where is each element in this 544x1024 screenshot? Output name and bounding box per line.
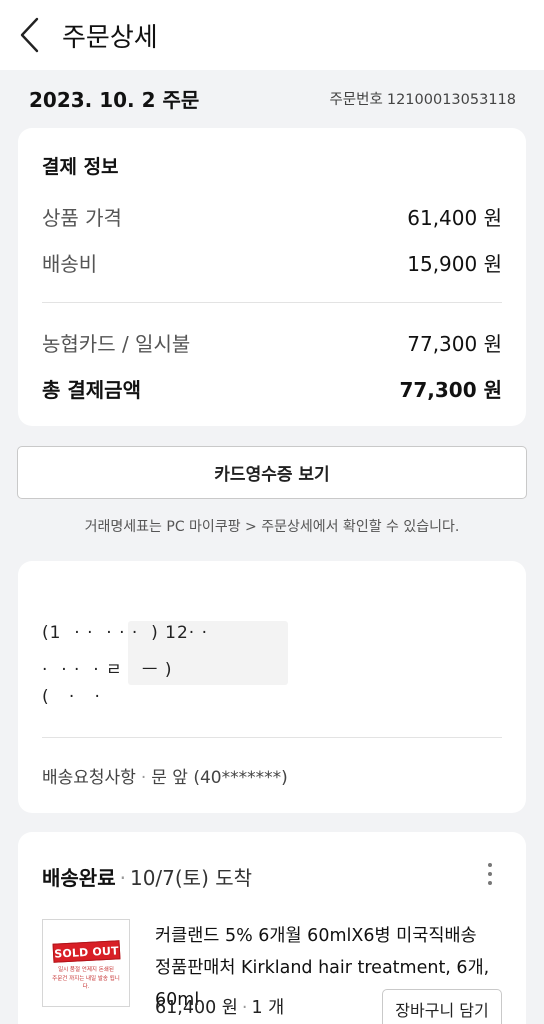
product-price-qty: 61,400 원 · 1 개 [155, 998, 285, 1018]
card-payment-label: 농협카드 / 일시불 [42, 332, 191, 356]
back-button[interactable] [0, 0, 60, 70]
shipping-fee-value: 15,900 원 [407, 252, 502, 276]
shipment-status: 배송완료 · 10/7(토) 도착 [42, 866, 253, 890]
address-line-3: ( ‌ ‌ · ‌ ‌ · [42, 687, 101, 707]
item-quantity: 1 개 [251, 998, 285, 1018]
payment-info-card: 결제 정보 상품 가격 61,400 원 배송비 15,900 원 농협카드 /… [18, 128, 526, 426]
payment-info-title: 결제 정보 [42, 156, 119, 178]
order-date: 2023. 10. 2 주문 [29, 87, 200, 112]
delivery-status: 배송완료 [42, 866, 116, 890]
card-payment-value: 77,300 원 [407, 332, 502, 356]
delivery-request: 배송요청사항 · 문 앞 (40*******) [42, 768, 288, 788]
shipping-fee-label: 배송비 [42, 252, 98, 276]
top-bar: 주문상세 [0, 0, 544, 70]
delivery-request-label: 배송요청사항 [42, 768, 136, 788]
product-thumbnail[interactable]: SOLD OUT 일시 품절 언제지 돈쇄된 주문건 까지는 내일 발송 됩니다… [42, 919, 130, 1007]
shipment-card: 배송완료 · 10/7(토) 도착 SOLD OUT 일시 품절 언제지 돈쇄된 주… [18, 832, 526, 1024]
delivery-request-value: 문 앞 (40*******) [151, 768, 288, 788]
payment-divider [42, 302, 502, 303]
card-receipt-button[interactable]: 카드영수증 보기 [17, 446, 527, 499]
address-line-1: (1 ‌ · · ‌ · · · ‌ ) 12· · [42, 623, 208, 643]
thumbnail-note-2: 주문건 까지는 내일 발송 됩니다. [52, 976, 120, 990]
order-number-value: 12100013053118 [386, 91, 516, 108]
statement-notice: 거래명세표는 PC 마이쿠팡 > 주문상세에서 확인할 수 있습니다. [84, 519, 460, 535]
product-price-value: 61,400 원 [407, 206, 502, 230]
card-payment-row: 농협카드 / 일시불 77,300 원 [42, 328, 502, 357]
order-number-label: 주문번호 [329, 91, 383, 108]
address-line-2: · ‌ · · ‌ · ㄹ ‌ ‌ ㅡ ) [42, 660, 173, 680]
order-summary-row: 2023. 10. 2 주문 주문번호 12100013053118 [0, 70, 544, 126]
order-number: 주문번호 12100013053118 [329, 88, 516, 109]
address-divider [42, 737, 502, 738]
more-options-button[interactable] [484, 860, 496, 888]
more-dots-icon [488, 863, 492, 867]
chevron-left-icon [20, 17, 39, 53]
total-payment-row: 총 결제금액 77,300 원 [42, 374, 502, 403]
add-to-cart-button[interactable]: 장바구니 담기 [382, 989, 502, 1024]
delivery-address-card: (1 ‌ · · ‌ · · · ‌ ) 12· · · ‌ · · ‌ · ㄹ… [18, 561, 526, 813]
total-payment-label: 총 결제금액 [42, 378, 141, 402]
shipping-fee-row: 배송비 15,900 원 [42, 248, 502, 277]
thumbnail-note-1: 일시 품절 언제지 돈쇄된 [58, 967, 114, 973]
arrival-date: 10/7(토) 도착 [129, 866, 253, 890]
product-price-row: 상품 가격 61,400 원 [42, 202, 502, 231]
total-payment-value: 77,300 원 [399, 378, 502, 402]
page-title: 주문상세 [62, 22, 158, 53]
sold-out-badge: SOLD OUT [52, 940, 121, 963]
item-price: 61,400 원 [155, 998, 238, 1018]
product-price-label: 상품 가격 [42, 206, 122, 230]
